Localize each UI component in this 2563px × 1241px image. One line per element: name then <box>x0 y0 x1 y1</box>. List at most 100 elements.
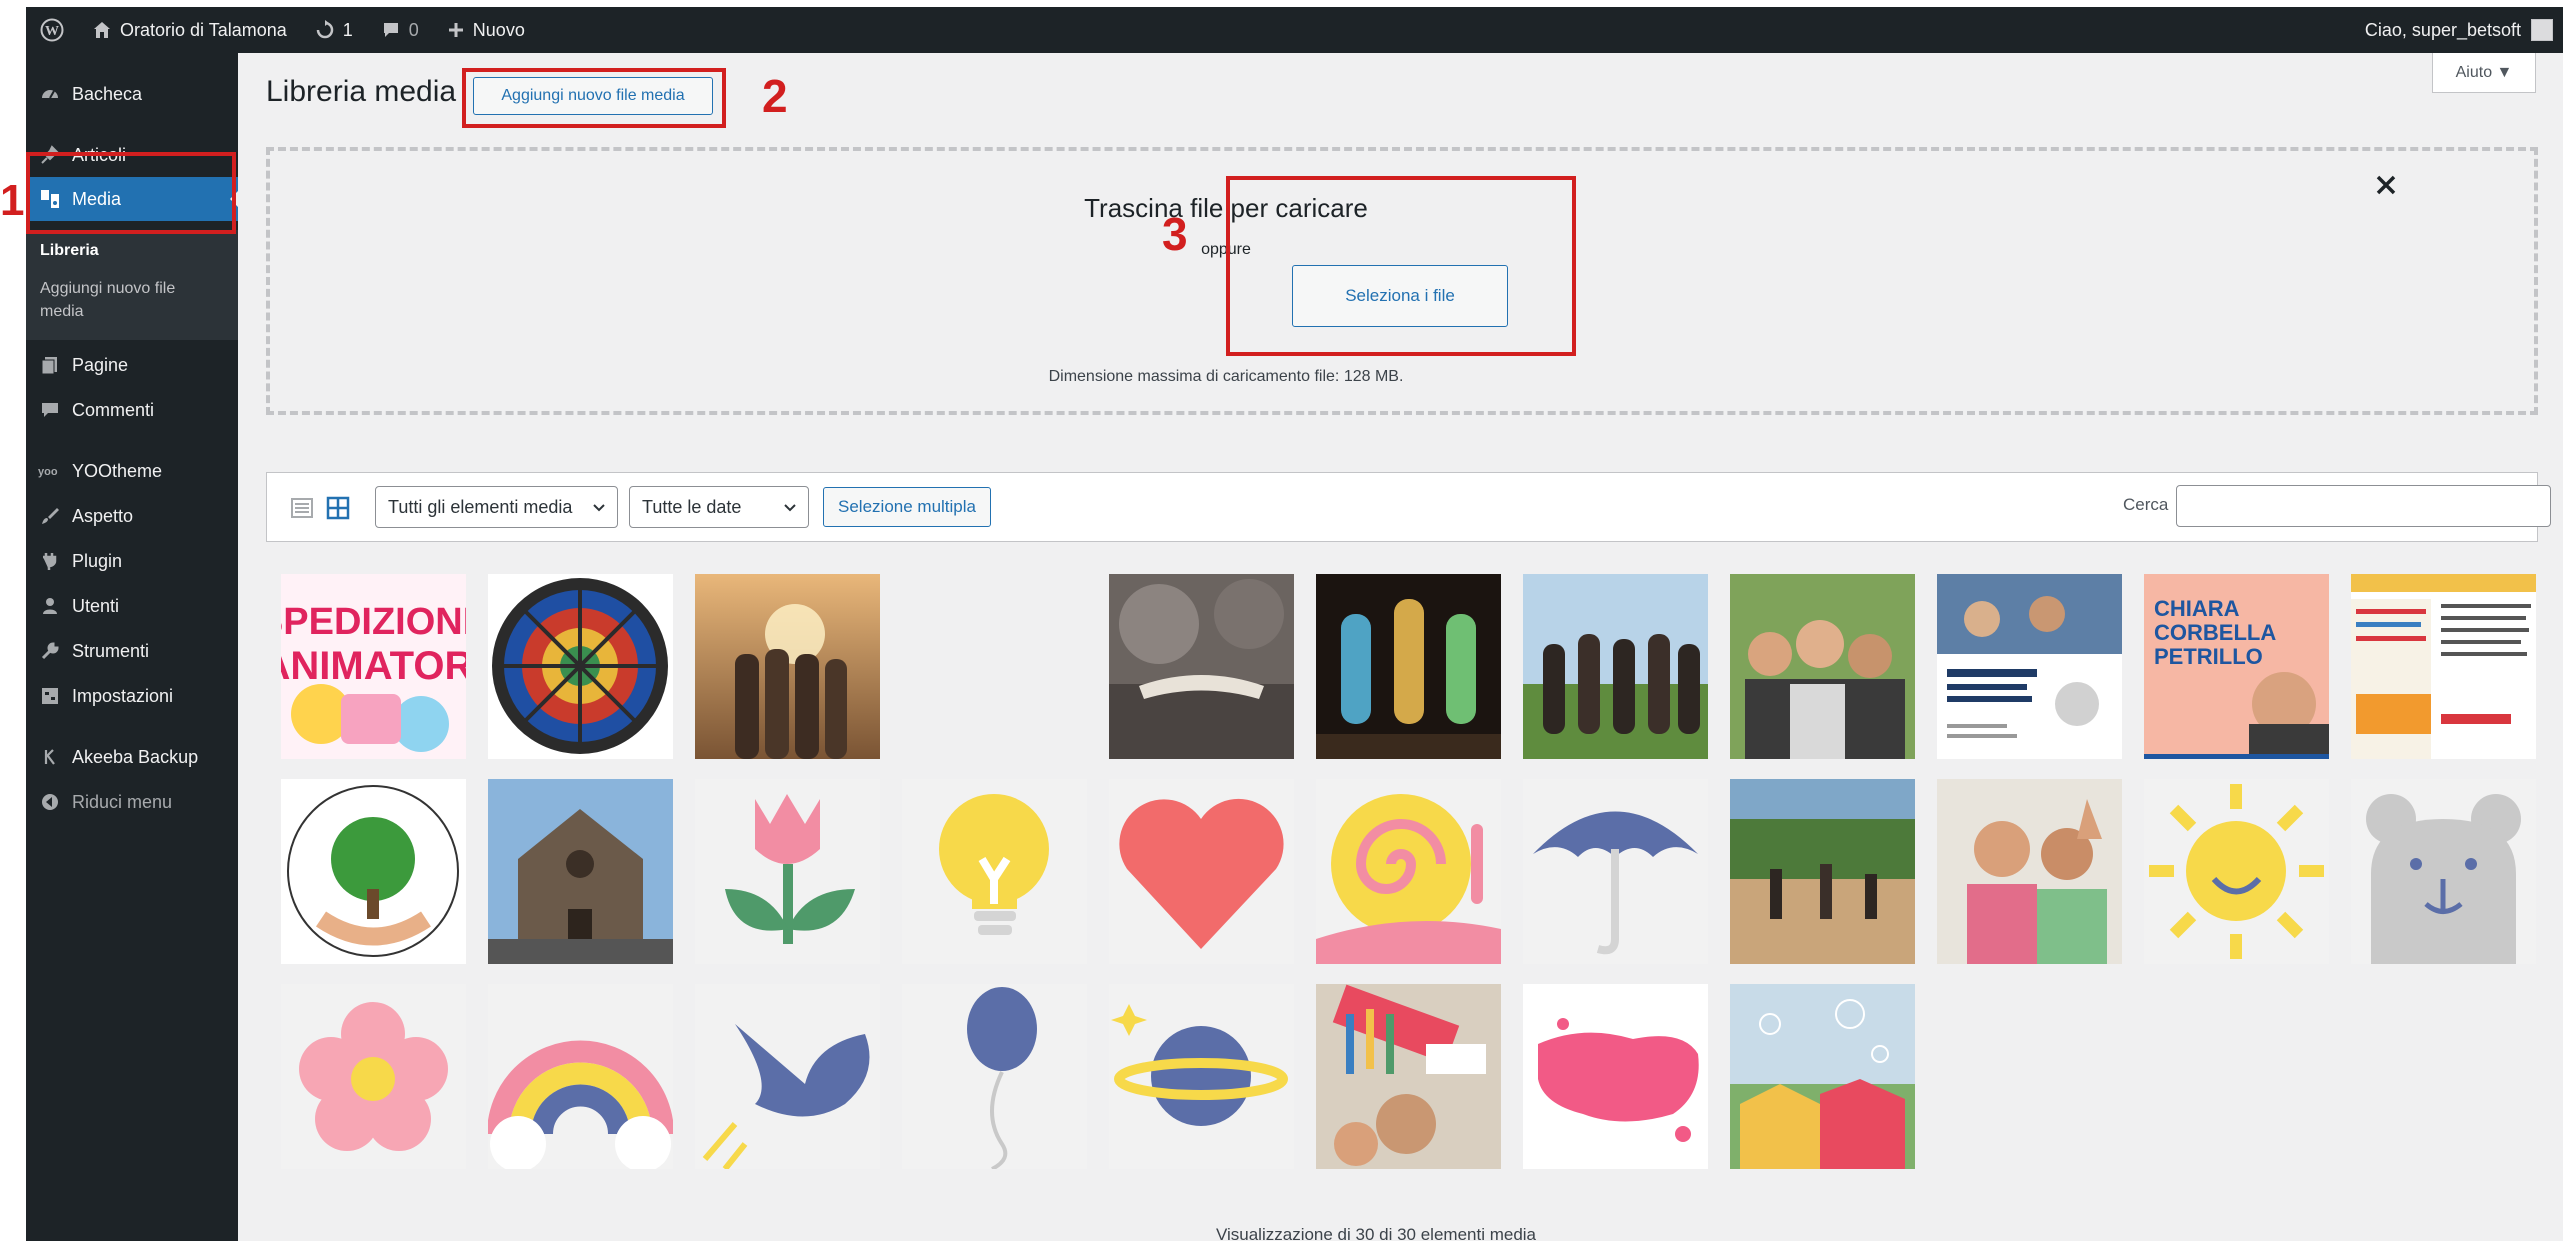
sidebar-item-label: Akeeba Backup <box>72 746 199 767</box>
collapse-menu-button[interactable]: Riduci menu <box>26 780 238 824</box>
sidebar-item-label: Aspetto <box>72 505 134 526</box>
media-item-church-stained-glass[interactable] <box>1316 574 1501 759</box>
media-item-yellow-sun[interactable] <box>2144 779 2329 964</box>
annotation-box-media-menu <box>26 152 236 234</box>
sidebar-item-label: YOOtheme <box>72 460 163 481</box>
help-tab[interactable]: Aiuto ▼ <box>2432 53 2536 93</box>
wordpress-icon: W <box>40 18 64 42</box>
my-account-link[interactable]: Ciao, super_betsoft <box>2365 7 2553 53</box>
sidebar-item-label: Bacheca <box>72 83 143 104</box>
media-type-filter[interactable]: Tutti gli elementi media <box>375 486 618 528</box>
sidebar-item-label: Commenti <box>72 399 155 420</box>
list-view-button[interactable] <box>287 493 317 523</box>
site-name-link[interactable]: Oratorio di Talamona <box>78 7 301 53</box>
media-item-planet[interactable] <box>1109 984 1294 1169</box>
svg-text:W: W <box>45 24 59 39</box>
grid-view-button[interactable] <box>323 493 353 523</box>
media-type-filter-value: Tutti gli elementi media <box>388 496 573 517</box>
sidebar-item-akeeba-backup[interactable]: Akeeba Backup <box>26 735 238 779</box>
media-item-smiling-boys[interactable] <box>1937 779 2122 964</box>
media-item-blue-bird[interactable] <box>695 984 880 1169</box>
media-item-bouncy-castle[interactable] <box>1730 984 1915 1169</box>
media-item-pink-tulip[interactable] <box>695 779 880 964</box>
media-item-friends-sunset[interactable] <box>695 574 880 759</box>
media-item-group-selfie[interactable] <box>1730 574 1915 759</box>
media-item-blank[interactable] <box>902 574 1087 759</box>
media-item-blue-balloon[interactable] <box>902 984 1087 1169</box>
sidebar-item-label: Riduci menu <box>72 791 173 812</box>
media-item-red-heart[interactable] <box>1109 779 1294 964</box>
media-item-blue-umbrella[interactable] <box>1523 779 1708 964</box>
media-item-summer-flyer[interactable] <box>2351 574 2536 759</box>
users-icon <box>38 594 62 618</box>
list-view-icon <box>291 498 313 518</box>
submenu-libreria[interactable]: Libreria <box>40 240 99 262</box>
media-item-scholarship-flyer[interactable] <box>1937 574 2122 759</box>
media-item-beach-volleyball[interactable] <box>1730 779 1915 964</box>
media-item-open-book[interactable] <box>1109 574 1294 759</box>
media-item-grey-bear[interactable] <box>2351 779 2536 964</box>
annotation-box-add-new <box>462 68 726 128</box>
wrench-icon <box>38 639 62 663</box>
sidebar-item-impostazioni[interactable]: Impostazioni <box>26 674 238 718</box>
plugin-icon <box>38 549 62 573</box>
close-icon <box>2376 175 2396 195</box>
annotation-number-2: 2 <box>762 70 788 122</box>
bulk-select-button[interactable]: Selezione multipla <box>823 487 991 527</box>
date-filter[interactable]: Tutte le date <box>629 486 809 528</box>
media-item-snail[interactable] <box>1316 779 1501 964</box>
submenu-add-new-line1[interactable]: Aggiungi nuovo file <box>40 278 175 300</box>
svg-text:yoo: yoo <box>38 466 58 478</box>
max-upload-size: Dimensione massima di caricamento file: … <box>1048 368 1404 385</box>
svg-text:ANIMATORI: ANIMATORI <box>281 644 466 688</box>
media-item-pink-flower[interactable] <box>281 984 466 1169</box>
chevron-down-icon <box>593 504 605 512</box>
sidebar-item-aspetto[interactable]: Aspetto <box>26 494 238 538</box>
settings-icon <box>38 684 62 708</box>
home-icon <box>94 22 110 38</box>
updates-link[interactable]: 1 <box>301 7 367 53</box>
sidebar-item-label: Strumenti <box>72 640 150 661</box>
media-item-spedizione-animatori[interactable]: SPEDIZIONEANIMATORI <box>281 574 466 759</box>
media-item-chiara-corbella-poster[interactable]: CHIARA CORBELLA PETRILLO <box>2144 574 2329 759</box>
media-item-rainbow[interactable] <box>488 984 673 1169</box>
sidebar-item-utenti[interactable]: Utenti <box>26 584 238 628</box>
media-item-kids-painting[interactable] <box>1316 984 1501 1169</box>
sidebar-item-label: Pagine <box>72 354 129 375</box>
close-uploader-button[interactable] <box>2366 165 2406 205</box>
yootheme-icon: yoo <box>38 459 62 483</box>
comment-icon <box>383 23 398 37</box>
akeeba-icon <box>38 745 62 769</box>
sidebar-item-yootheme[interactable]: yoo YOOtheme <box>26 449 238 493</box>
svg-text:CORBELLA: CORBELLA <box>2154 620 2276 645</box>
sidebar-item-pagine[interactable]: Pagine <box>26 343 238 387</box>
chevron-down-icon <box>784 504 796 512</box>
media-item-stained-glass-rose[interactable] <box>488 574 673 759</box>
comments-link[interactable]: 0 <box>367 7 433 53</box>
site-name: Oratorio di Talamona <box>120 19 287 40</box>
page-title: Libreria media <box>266 75 457 108</box>
media-item-stone-church[interactable] <box>488 779 673 964</box>
new-label: Nuovo <box>472 19 525 40</box>
sidebar-item-bacheca[interactable]: Bacheca <box>26 72 238 116</box>
greeting: Ciao, super_betsoft <box>2364 19 2521 40</box>
sidebar-item-strumenti[interactable]: Strumenti <box>26 629 238 673</box>
annotation-number-1: 1 <box>0 176 25 225</box>
sidebar-item-label: Plugin <box>72 550 123 571</box>
sidebar-item-label: Utenti <box>72 595 120 616</box>
wordpress-logo-button[interactable]: W <box>26 7 78 53</box>
collapse-icon <box>38 790 62 814</box>
media-item-oratorio-logo[interactable] <box>281 779 466 964</box>
sidebar-item-plugin[interactable]: Plugin <box>26 539 238 583</box>
avatar <box>2531 19 2553 41</box>
submenu-add-new-line2[interactable]: media <box>40 301 84 323</box>
media-item-pink-splash[interactable] <box>1523 984 1708 1169</box>
media-submenu: Libreria Aggiungi nuovo file media <box>26 230 238 340</box>
comments-count: 0 <box>408 19 419 40</box>
media-item-yellow-lightbulb[interactable] <box>902 779 1087 964</box>
media-item-friends-heart-hands[interactable] <box>1523 574 1708 759</box>
search-input[interactable] <box>2176 485 2551 527</box>
media-count-text: Visualizzazione di 30 di 30 elementi med… <box>1215 1225 1537 1241</box>
new-content-link[interactable]: Nuovo <box>433 7 539 53</box>
sidebar-item-commenti[interactable]: Commenti <box>26 388 238 432</box>
